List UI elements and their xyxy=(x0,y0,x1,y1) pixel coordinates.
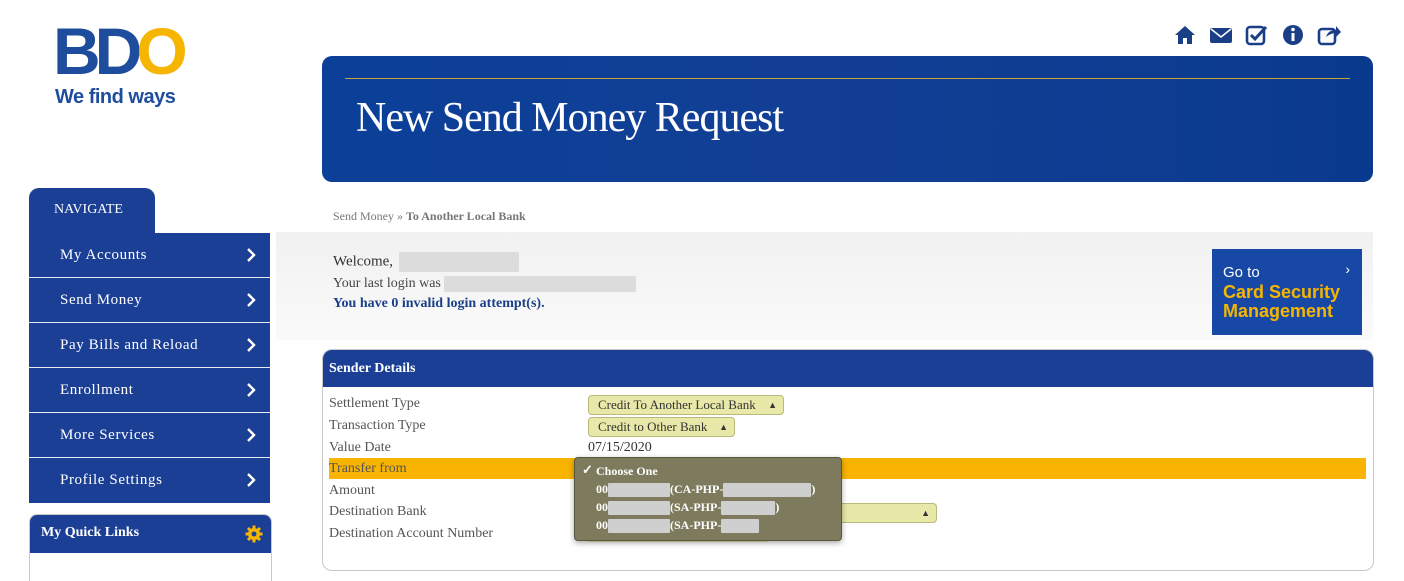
card-security-line1: Card Security xyxy=(1223,282,1341,302)
redacted-username xyxy=(398,252,519,272)
account-prefix: 00 xyxy=(596,518,608,532)
gear-icon[interactable] xyxy=(245,525,263,543)
transfer-from-highlight xyxy=(329,458,1366,479)
chevron-right-icon xyxy=(247,248,256,262)
chevron-right-icon xyxy=(247,428,256,442)
top-toolbar xyxy=(1172,22,1342,48)
dropdown-option-account-1[interactable]: 00 (CA-PHP-) xyxy=(596,482,816,498)
sidebar-item-label: My Accounts xyxy=(60,247,148,263)
value-date-label: Value Date xyxy=(329,440,391,455)
sidebar-item-label: Profile Settings xyxy=(60,472,163,488)
account-prefix: 00 xyxy=(596,482,608,496)
page-header-banner: New Send Money Request xyxy=(322,56,1373,182)
welcome-greeting: Welcome, xyxy=(333,253,394,270)
value-date: 07/15/2020 xyxy=(588,440,652,455)
destination-account-label: Destination Account Number xyxy=(329,526,494,541)
sender-details-panel: Sender Details Settlement Type Credit To… xyxy=(322,349,1374,571)
amount-label: Amount xyxy=(329,483,375,498)
chevron-right-icon xyxy=(247,338,256,352)
bdo-logo[interactable]: BDO xyxy=(53,18,188,84)
home-icon[interactable] xyxy=(1172,22,1198,48)
sidebar-item-label: Enrollment xyxy=(60,382,134,398)
account-suffix: ) xyxy=(775,500,780,514)
sidebar-item-send-money[interactable]: Send Money xyxy=(29,278,270,323)
account-type: (CA-PHP- xyxy=(670,482,724,496)
dropdown-option-account-3[interactable]: 00 (SA-PHP- xyxy=(596,518,760,534)
transaction-type-label: Transaction Type xyxy=(329,418,426,433)
settlement-type-value: Credit To Another Local Bank xyxy=(598,397,756,412)
breadcrumb-parent[interactable]: Send Money xyxy=(333,209,394,223)
quick-links-header: My Quick Links xyxy=(30,515,271,553)
select-arrows-icon: ▲ xyxy=(719,422,728,432)
chevron-right-icon xyxy=(247,293,256,307)
breadcrumb-current: To Another Local Bank xyxy=(406,209,526,223)
banner-divider xyxy=(345,78,1350,79)
quick-links-title: My Quick Links xyxy=(41,525,140,540)
logo-text: BD xyxy=(53,14,142,88)
checkbox-icon[interactable] xyxy=(1244,22,1270,48)
redacted-account-number xyxy=(608,519,670,534)
share-icon[interactable] xyxy=(1316,22,1342,48)
info-icon[interactable] xyxy=(1280,22,1306,48)
invalid-login-attempts: You have 0 invalid login attempt(s). xyxy=(333,296,545,311)
destination-bank-label: Destination Bank xyxy=(329,504,427,519)
sidebar-item-pay-bills[interactable]: Pay Bills and Reload xyxy=(29,323,270,368)
account-type: (SA-PHP- xyxy=(670,500,722,514)
last-login: Your last login was xyxy=(333,276,637,292)
card-security-banner[interactable]: Go to › Card Security Management xyxy=(1212,249,1362,335)
dropdown-option-choose-one[interactable]: Choose One xyxy=(596,464,658,479)
dropdown-option-account-2[interactable]: 00 (SA-PHP-) xyxy=(596,500,780,516)
select-arrows-icon: ▲ xyxy=(921,508,930,518)
chevron-right-icon xyxy=(247,473,256,487)
sidebar-item-label: Send Money xyxy=(60,292,143,308)
sidebar-nav: My Accounts Send Money Pay Bills and Rel… xyxy=(29,233,270,503)
breadcrumb: Send Money » To Another Local Bank xyxy=(333,209,526,224)
chevron-right-icon: › xyxy=(1345,261,1350,277)
last-login-label: Your last login was xyxy=(333,276,441,292)
transaction-type-select[interactable]: Credit to Other Bank ▲ xyxy=(588,417,735,437)
sidebar-item-my-accounts[interactable]: My Accounts xyxy=(29,233,270,278)
destination-bank-select[interactable]: ▲ xyxy=(828,503,937,523)
redacted-account-name xyxy=(721,519,760,534)
transfer-from-label: Transfer from xyxy=(329,461,407,476)
welcome-message: Welcome, xyxy=(333,252,519,272)
sender-details-title: Sender Details xyxy=(329,361,416,376)
sidebar-item-more-services[interactable]: More Services xyxy=(29,413,270,458)
sidebar-item-label: More Services xyxy=(60,427,155,443)
page-title: New Send Money Request xyxy=(356,95,784,141)
sender-details-header: Sender Details xyxy=(323,350,1373,387)
card-go-to: Go to xyxy=(1223,264,1260,281)
chevron-right-icon xyxy=(247,383,256,397)
navigate-tab: NAVIGATE xyxy=(29,188,155,236)
sidebar-item-profile-settings[interactable]: Profile Settings xyxy=(29,458,270,503)
select-arrows-icon: ▲ xyxy=(768,400,777,410)
sidebar-item-label: Pay Bills and Reload xyxy=(60,337,199,353)
settlement-type-label: Settlement Type xyxy=(329,396,420,411)
quick-links-panel: My Quick Links xyxy=(29,514,272,581)
breadcrumb-separator: » xyxy=(397,209,403,223)
redacted-account-number xyxy=(608,501,670,516)
logo-tagline: We find ways xyxy=(55,86,176,108)
redacted-account-name xyxy=(721,501,776,516)
mail-icon[interactable] xyxy=(1208,22,1234,48)
card-security-line2: Management xyxy=(1223,301,1334,321)
sidebar-item-enrollment[interactable]: Enrollment xyxy=(29,368,270,413)
redacted-account-name xyxy=(723,483,812,498)
check-icon: ✓ xyxy=(582,462,593,477)
logo-o: O xyxy=(136,14,187,88)
navigate-tab-label: NAVIGATE xyxy=(54,202,123,217)
transfer-from-dropdown: ✓ Choose One 00 (CA-PHP-) 00 (SA-PHP-) 00 (… xyxy=(574,457,842,541)
account-prefix: 00 xyxy=(596,500,608,514)
transaction-type-value: Credit to Other Bank xyxy=(598,419,708,434)
redacted-last-login xyxy=(444,276,637,292)
account-suffix: ) xyxy=(811,482,816,496)
account-type: (SA-PHP- xyxy=(670,518,722,532)
redacted-account-number xyxy=(608,483,670,498)
settlement-type-select[interactable]: Credit To Another Local Bank ▲ xyxy=(588,395,784,415)
